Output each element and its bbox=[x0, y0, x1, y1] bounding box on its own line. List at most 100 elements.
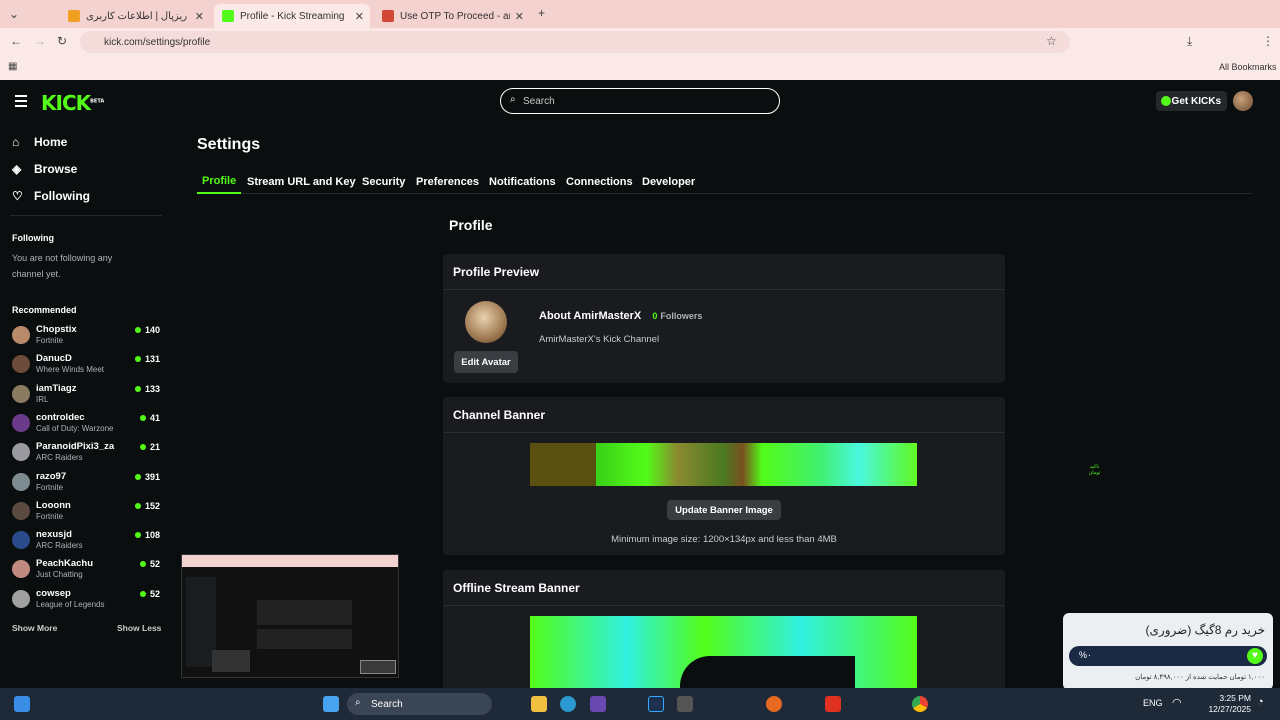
channel-name: controldec bbox=[36, 411, 85, 423]
calculator-icon[interactable] bbox=[677, 696, 693, 712]
sidebar-item-home[interactable]: ⌂ Home bbox=[12, 132, 67, 152]
apps-grid-icon[interactable]: ▦ bbox=[8, 61, 17, 72]
section-title: Profile bbox=[449, 217, 493, 233]
viewer-count: 131 bbox=[134, 354, 160, 364]
search-input[interactable]: ⌕ Search bbox=[500, 88, 780, 114]
language-indicator[interactable]: ENG bbox=[1143, 698, 1163, 708]
new-tab-icon[interactable]: + bbox=[538, 6, 545, 20]
profile-about: About AmirMasterX 0 Followers bbox=[539, 310, 702, 322]
tab-security[interactable]: Security bbox=[357, 170, 410, 194]
pip-video-preview[interactable] bbox=[181, 554, 399, 678]
channel-category: IRL bbox=[36, 394, 49, 404]
live-dot-icon bbox=[134, 327, 141, 333]
viewer-count: 391 bbox=[134, 472, 160, 482]
show-less-link[interactable]: Show Less bbox=[117, 623, 161, 633]
date: 12/27/2025 bbox=[1208, 704, 1251, 714]
edge-icon[interactable] bbox=[560, 696, 576, 712]
widgets-icon[interactable] bbox=[14, 696, 30, 712]
all-bookmarks-link[interactable]: All Bookmarks bbox=[1219, 62, 1277, 72]
popup-footer: ۱,۰۰۰ تومان حمایت شده از ۸,۴۹۸,۰۰۰ تومان bbox=[1135, 674, 1265, 681]
channel-avatar bbox=[12, 501, 30, 520]
sidebar-item-browse[interactable]: ◈ Browse bbox=[12, 159, 77, 179]
recommended-channel[interactable]: ParanoidPixi3_za ARC Raiders 21 bbox=[12, 440, 160, 466]
donation-popup[interactable]: خرید رم 8گیگ (ضروری) %۰ ♥ ۱,۰۰۰ تومان حم… bbox=[1063, 613, 1273, 690]
tab-preferences[interactable]: Preferences bbox=[411, 170, 484, 194]
recommended-channel[interactable]: nexusjd ARC Raiders 108 bbox=[12, 528, 160, 554]
progress-bar: %۰ ♥ bbox=[1069, 646, 1267, 666]
notification-bell-icon[interactable]: ◔ bbox=[1257, 696, 1264, 708]
close-icon[interactable]: ✕ bbox=[195, 10, 204, 23]
kicks-coin-icon bbox=[1161, 96, 1171, 106]
bookmark-star-icon[interactable]: ☆ bbox=[1046, 34, 1057, 48]
recommended-channel[interactable]: DanucD Where Winds Meet 131 bbox=[12, 352, 160, 378]
offline-banner-image bbox=[530, 616, 917, 688]
tab-kick-profile[interactable]: Profile - Kick Streaming ✕ bbox=[214, 4, 370, 28]
menu-icon[interactable] bbox=[15, 95, 27, 110]
tab-profile[interactable]: Profile bbox=[197, 170, 242, 194]
pip-card bbox=[257, 600, 352, 625]
edit-avatar-button[interactable]: Edit Avatar bbox=[454, 351, 518, 373]
file-explorer-icon[interactable] bbox=[531, 696, 547, 712]
tab-search-icon[interactable]: ⌄ bbox=[9, 7, 19, 21]
tab-connections[interactable]: Connections bbox=[561, 170, 638, 194]
update-banner-button[interactable]: Update Banner Image bbox=[667, 500, 781, 520]
reload-icon[interactable]: ↻ bbox=[57, 34, 67, 48]
tab-notifications[interactable]: Notifications bbox=[484, 170, 561, 194]
get-kicks-button[interactable]: Get KICKs bbox=[1156, 91, 1227, 111]
recommended-channel[interactable]: controldec Call of Duty: Warzone 41 bbox=[12, 411, 160, 437]
start-icon[interactable] bbox=[323, 696, 339, 712]
profile-avatar bbox=[465, 301, 507, 343]
live-dot-icon bbox=[139, 561, 146, 568]
following-heading: Following bbox=[12, 233, 54, 243]
recommended-channel[interactable]: Looonn Fortnite 152 bbox=[12, 499, 160, 525]
channel-name: nexusjd bbox=[36, 529, 72, 541]
brave-icon[interactable] bbox=[825, 696, 841, 712]
kick-logo[interactable]: KICKBETA bbox=[41, 91, 104, 115]
channel-name: Chopstix bbox=[36, 324, 77, 335]
tab-gmail-otp[interactable]: Use OTP To Proceed - amirban... ✕ bbox=[374, 4, 530, 28]
chrome-icon[interactable] bbox=[912, 696, 928, 712]
recommended-channel[interactable]: razo97 Fortnite 391 bbox=[12, 470, 160, 496]
live-dot-icon bbox=[134, 385, 141, 392]
recommended-channel[interactable]: Chopstix Fortnite 140 bbox=[12, 323, 160, 349]
time: 3:25 PM bbox=[1219, 693, 1251, 703]
photoshop-icon[interactable] bbox=[648, 696, 664, 712]
pip-controls[interactable] bbox=[360, 660, 396, 674]
close-icon[interactable]: ✕ bbox=[515, 10, 524, 23]
sidebar-item-following[interactable]: ♡ Following bbox=[12, 186, 90, 206]
gmail-favicon-icon bbox=[382, 10, 394, 22]
pip-thumbnail bbox=[212, 650, 250, 672]
tab-developer[interactable]: Developer bbox=[637, 170, 700, 194]
downloads-icon[interactable]: ⤓ bbox=[1187, 34, 1192, 49]
pip-header-bar bbox=[182, 555, 398, 567]
show-more-link[interactable]: Show More bbox=[12, 623, 57, 633]
browser-tab-strip: ⌄ ریزپال | اطلاعات کاربری ✕ Profile - Ki… bbox=[0, 0, 1280, 28]
tab-stream-url-key[interactable]: Stream URL and Key bbox=[242, 170, 361, 194]
recommended-channel[interactable]: PeachKachu Just Chatting 52 bbox=[12, 557, 160, 583]
channel-name: Looonn bbox=[36, 499, 71, 511]
menu-kebab-icon[interactable]: ⋮ bbox=[1262, 34, 1274, 48]
wifi-icon[interactable]: ◠ bbox=[1172, 696, 1182, 709]
recommended-channel[interactable]: iamTiagz IRL 133 bbox=[12, 382, 160, 408]
forward-icon[interactable]: → bbox=[34, 34, 46, 48]
user-avatar[interactable] bbox=[1233, 91, 1253, 111]
reezpal-favicon-icon bbox=[68, 10, 80, 22]
taskbar-search[interactable]: ⌕ Search bbox=[347, 693, 492, 715]
channel-avatar bbox=[12, 531, 30, 550]
close-icon[interactable]: ✕ bbox=[355, 10, 364, 23]
followers-count: 0 bbox=[652, 311, 658, 321]
viewer-count: 133 bbox=[134, 384, 160, 394]
firefox-icon[interactable] bbox=[766, 696, 782, 712]
sidebar: ⌂ Home ◈ Browse ♡ Following Following You a… bbox=[0, 122, 170, 688]
channel-avatar bbox=[12, 413, 30, 432]
clock[interactable]: 3:25 PM 12/27/2025 bbox=[1205, 693, 1251, 715]
vs-icon[interactable] bbox=[590, 696, 606, 712]
address-bar[interactable]: kick.com/settings/profile bbox=[80, 31, 1070, 53]
channel-avatar bbox=[12, 355, 30, 374]
search-icon: ⌕ bbox=[510, 94, 516, 105]
heart-icon: ♡ bbox=[12, 189, 23, 203]
back-icon[interactable]: ← bbox=[10, 34, 22, 48]
tab-reezpal[interactable]: ریزپال | اطلاعات کاربری ✕ bbox=[60, 4, 210, 28]
recommended-channel[interactable]: cowsep League of Legends 52 bbox=[12, 587, 160, 613]
viewer-count: 108 bbox=[134, 530, 160, 540]
